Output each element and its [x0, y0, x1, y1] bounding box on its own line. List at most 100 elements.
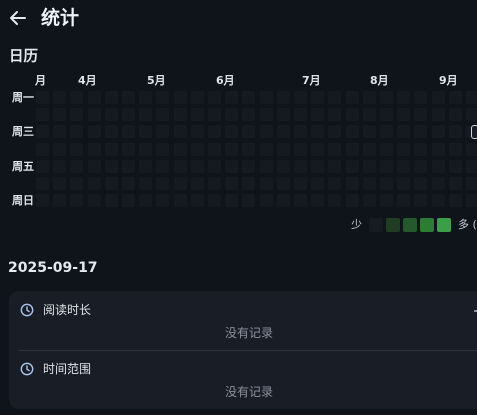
- calendar-day-cell[interactable]: [122, 177, 135, 190]
- calendar-day-cell[interactable]: [294, 125, 307, 139]
- calendar-day-cell[interactable]: [190, 125, 204, 139]
- calendar-day-cell[interactable]: [448, 194, 462, 208]
- calendar-day-cell[interactable]: [397, 177, 411, 190]
- calendar-day-cell[interactable]: [87, 159, 101, 173]
- calendar-day-cell[interactable]: [53, 142, 67, 156]
- calendar-day-cell[interactable]: [242, 125, 256, 139]
- calendar-day-cell[interactable]: [70, 159, 84, 173]
- calendar-day-cell[interactable]: [87, 125, 101, 139]
- calendar-day-cell[interactable]: [104, 194, 118, 208]
- calendar-day-cell[interactable]: [104, 159, 118, 173]
- calendar-day-cell[interactable]: [431, 108, 445, 122]
- calendar-day-cell[interactable]: [328, 142, 342, 156]
- calendar-day-cell[interactable]: [448, 177, 462, 190]
- calendar-day-cell[interactable]: [208, 194, 221, 208]
- calendar-day-cell[interactable]: [328, 177, 342, 190]
- calendar-day-cell[interactable]: [156, 177, 170, 190]
- calendar-day-cell[interactable]: [362, 108, 376, 122]
- calendar-day-cell[interactable]: [380, 194, 393, 208]
- calendar-day-cell[interactable]: [104, 108, 118, 122]
- calendar-day-cell[interactable]: [242, 91, 256, 104]
- calendar-day-cell[interactable]: [122, 142, 135, 156]
- calendar-day-cell[interactable]: [345, 125, 359, 139]
- calendar-day-cell[interactable]: [276, 194, 290, 208]
- calendar-day-cell[interactable]: [362, 125, 376, 139]
- calendar-day-cell[interactable]: [122, 159, 135, 173]
- calendar-day-cell[interactable]: [173, 142, 187, 156]
- calendar-day-cell[interactable]: [431, 177, 445, 190]
- calendar-day-cell[interactable]: [208, 159, 221, 173]
- calendar-day-cell[interactable]: [225, 194, 239, 208]
- calendar-day-cell[interactable]: [294, 194, 307, 208]
- calendar-day-cell[interactable]: [345, 194, 359, 208]
- calendar-day-cell[interactable]: [208, 91, 221, 104]
- calendar-day-cell[interactable]: [362, 194, 376, 208]
- calendar-day-cell[interactable]: [208, 177, 221, 190]
- calendar-day-cell[interactable]: [122, 108, 135, 122]
- calendar-day-cell[interactable]: [414, 91, 428, 104]
- calendar-day-cell[interactable]: [139, 91, 153, 104]
- calendar-day-cell[interactable]: [156, 194, 170, 208]
- calendar-day-cell[interactable]: [139, 142, 153, 156]
- calendar-day-cell[interactable]: [414, 108, 428, 122]
- calendar-day-cell[interactable]: [259, 177, 273, 190]
- calendar-day-cell[interactable]: [242, 159, 256, 173]
- calendar-day-cell[interactable]: [397, 91, 411, 104]
- calendar-day-cell[interactable]: [225, 108, 239, 122]
- calendar-day-cell[interactable]: [36, 91, 49, 104]
- calendar-day-cell[interactable]: [156, 91, 170, 104]
- calendar-day-cell[interactable]: [259, 125, 273, 139]
- back-button[interactable]: [6, 6, 30, 30]
- calendar-day-cell[interactable]: [104, 125, 118, 139]
- calendar-day-cell[interactable]: [448, 91, 462, 104]
- calendar-day-cell[interactable]: [414, 177, 428, 190]
- calendar-day-cell[interactable]: [380, 91, 393, 104]
- calendar-day-cell[interactable]: [466, 108, 477, 122]
- calendar-day-cell[interactable]: [87, 142, 101, 156]
- calendar-day-cell[interactable]: [190, 177, 204, 190]
- calendar-day-cell[interactable]: [431, 125, 445, 139]
- calendar-day-cell[interactable]: [414, 142, 428, 156]
- calendar-day-cell[interactable]: [53, 125, 67, 139]
- calendar-day-cell[interactable]: [225, 177, 239, 190]
- calendar-day-cell[interactable]: [414, 194, 428, 208]
- calendar-day-cell[interactable]: [294, 108, 307, 122]
- calendar-day-cell[interactable]: [122, 91, 135, 104]
- calendar-day-cell[interactable]: [328, 159, 342, 173]
- calendar-day-cell[interactable]: [397, 194, 411, 208]
- calendar-day-cell[interactable]: [397, 159, 411, 173]
- calendar-day-cell[interactable]: [259, 159, 273, 173]
- calendar-day-cell[interactable]: [345, 91, 359, 104]
- calendar-day-cell[interactable]: [70, 125, 84, 139]
- calendar-day-cell[interactable]: [311, 108, 325, 122]
- calendar-day-cell[interactable]: [362, 159, 376, 173]
- calendar-day-cell[interactable]: [156, 159, 170, 173]
- calendar-day-cell[interactable]: [36, 142, 49, 156]
- calendar-day-cell[interactable]: [156, 108, 170, 122]
- calendar-day-cell[interactable]: [466, 177, 477, 190]
- calendar-day-cell[interactable]: [294, 159, 307, 173]
- calendar-day-cell[interactable]: [53, 108, 67, 122]
- calendar-day-cell[interactable]: [53, 194, 67, 208]
- calendar-day-cell[interactable]: [104, 91, 118, 104]
- calendar-day-cell[interactable]: [466, 194, 477, 208]
- calendar-day-cell[interactable]: [70, 91, 84, 104]
- calendar-day-cell[interactable]: [259, 108, 273, 122]
- calendar-day-cell[interactable]: [276, 125, 290, 139]
- calendar-day-cell[interactable]: [328, 125, 342, 139]
- calendar-day-cell[interactable]: [156, 142, 170, 156]
- calendar-day-cell[interactable]: [225, 91, 239, 104]
- calendar-day-cell[interactable]: [87, 194, 101, 208]
- calendar-day-cell[interactable]: [36, 108, 49, 122]
- calendar-day-cell[interactable]: [328, 194, 342, 208]
- calendar-day-cell[interactable]: [139, 177, 153, 190]
- calendar-day-cell[interactable]: [36, 177, 49, 190]
- calendar-day-cell[interactable]: [397, 142, 411, 156]
- calendar-day-cell[interactable]: [190, 159, 204, 173]
- calendar-day-cell[interactable]: [448, 108, 462, 122]
- calendar-day-cell[interactable]: [122, 194, 135, 208]
- calendar-day-cell[interactable]: [431, 194, 445, 208]
- calendar-day-cell[interactable]: [345, 142, 359, 156]
- calendar-day-cell[interactable]: [208, 125, 221, 139]
- calendar-day-cell[interactable]: [311, 177, 325, 190]
